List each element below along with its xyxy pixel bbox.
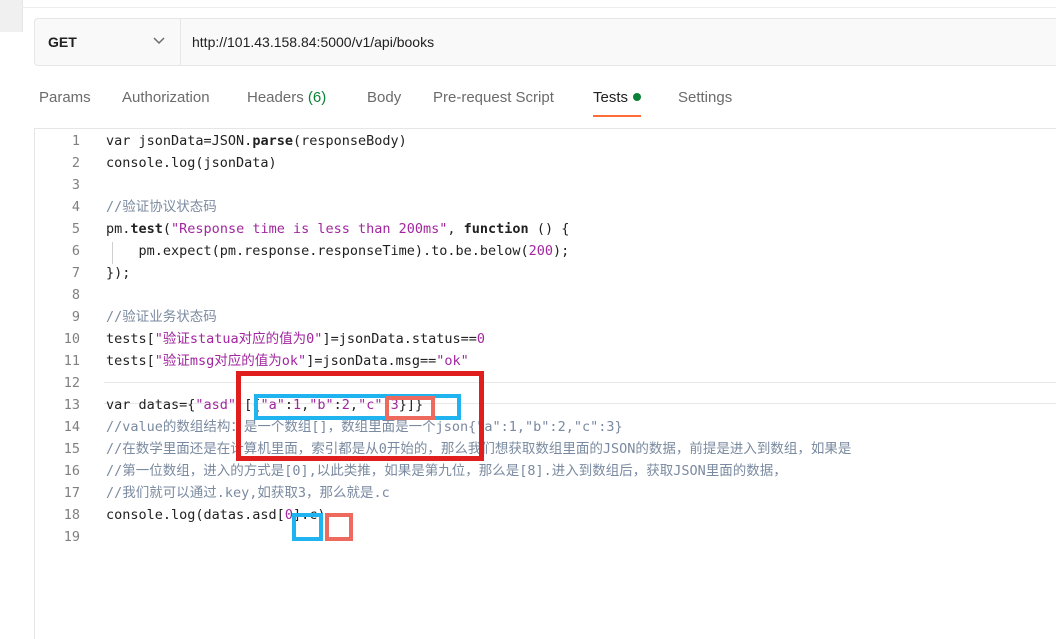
line-number: 16 xyxy=(63,463,80,479)
tab-settings[interactable]: Settings xyxy=(678,86,732,116)
annotation-salmon-box xyxy=(385,396,435,420)
line-number: 8 xyxy=(71,287,80,303)
line-number: 1 xyxy=(71,133,80,149)
line-number: 14 xyxy=(63,419,80,435)
line-number: 17 xyxy=(63,485,80,501)
code-text: tests["验证statua对应的值为0"]=jsonData.status=… xyxy=(106,331,486,347)
line-number: 10 xyxy=(63,331,80,347)
annotation-salmon-box-key xyxy=(325,513,353,541)
tab-headers[interactable]: Headers (6) xyxy=(247,86,326,116)
code-line[interactable]: 16 //第一位数组，进入的方式是[0],以此类推，如果是第九位，那么是[8].进… xyxy=(34,460,1056,482)
status-dot-icon xyxy=(633,93,642,101)
tab-label: Tests xyxy=(593,89,629,106)
tab-tests[interactable]: Tests xyxy=(593,86,642,117)
code-line[interactable]: 2 console.log(jsonData) xyxy=(34,152,1056,174)
line-number: 2 xyxy=(71,155,80,171)
code-line[interactable]: 10 tests["验证statua对应的值为0"]=jsonData.statu… xyxy=(34,328,1056,350)
tab-pre-request-script[interactable]: Pre-request Script xyxy=(433,86,554,116)
code-text: console.log(jsonData) xyxy=(106,155,277,171)
code-line[interactable]: 8 xyxy=(34,284,1056,306)
tab-label: Headers xyxy=(247,89,304,106)
line-number: 4 xyxy=(71,199,80,215)
line-number: 15 xyxy=(63,441,80,457)
code-line[interactable]: 19 xyxy=(34,526,1056,548)
code-text: }); xyxy=(106,265,131,281)
line-number: 19 xyxy=(63,529,80,545)
code-line[interactable]: 6 pm.expect(pm.response.responseTime).to… xyxy=(34,240,1056,262)
chevron-down-icon xyxy=(153,37,165,45)
method-label: GET xyxy=(48,34,77,50)
code-line[interactable]: 7}); xyxy=(34,262,1056,284)
code-text: pm.test("Response time is less than 200m… xyxy=(106,221,570,237)
top-divider xyxy=(22,7,1056,8)
code-text: //验证业务状态码 xyxy=(106,309,217,325)
line-number: 5 xyxy=(71,221,80,237)
sidebar-edge xyxy=(0,0,23,32)
code-line[interactable]: 11 tests["验证msg对应的值为ok"]=jsonData.msg=="o… xyxy=(34,350,1056,372)
line-number: 7 xyxy=(71,265,80,281)
tab-label: Params xyxy=(39,89,91,106)
line-number: 18 xyxy=(63,507,80,523)
code-line[interactable]: 5 pm.test("Response time is less than 200… xyxy=(34,218,1056,240)
code-line[interactable]: 4 //验证协议状态码 xyxy=(34,196,1056,218)
code-line[interactable]: 14//value的数组结构：是一个数组[]，数组里面是一个json{"a":1… xyxy=(34,416,1056,438)
tab-label: Pre-request Script xyxy=(433,89,554,106)
code-line[interactable]: 18 console.log(datas.asd[0].c) xyxy=(34,504,1056,526)
line-number: 13 xyxy=(63,397,80,413)
code-text: tests["验证msg对应的值为ok"]=jsonData.msg=="ok" xyxy=(106,353,469,369)
code-text: //我们就可以通过.key,如获取3，那么就是.c xyxy=(106,485,390,501)
code-line[interactable]: 3 xyxy=(34,174,1056,196)
line-number: 6 xyxy=(71,243,80,259)
headers-count: (6) xyxy=(307,89,327,106)
code-text: var jsonData=JSON.parse(responseBody) xyxy=(106,133,407,149)
code-line[interactable]: 13 var datas={"asd":[{"a":1,"b":2,"c":3}]… xyxy=(34,394,1056,416)
code-line[interactable]: 15//在数学里面还是在计算机里面，索引都是从0开始的，那么我们想获取数组里面的… xyxy=(34,438,1056,460)
method-select[interactable]: GET xyxy=(35,19,181,65)
tab-authorization[interactable]: Authorization xyxy=(122,86,210,116)
tab-label: Settings xyxy=(678,89,733,106)
line-number: 11 xyxy=(63,353,80,369)
tab-body[interactable]: Body xyxy=(367,86,401,116)
code-text: //验证协议状态码 xyxy=(106,199,217,215)
request-bar: GET http://101.43.158.84:5000/v1/api/boo… xyxy=(34,18,1056,66)
code-line[interactable]: 9 //验证业务状态码 xyxy=(34,306,1056,328)
code-line[interactable]: 17 //我们就可以通过.key,如获取3，那么就是.c xyxy=(34,482,1056,504)
annotation-blue-box-index xyxy=(292,513,323,541)
line-number: 9 xyxy=(71,309,80,325)
code-line[interactable]: 12 xyxy=(34,372,1056,394)
tab-label: Authorization xyxy=(122,89,210,106)
code-text: //第一位数组，进入的方式是[0],以此类推，如果是第九位，那么是[8].进入到… xyxy=(106,463,787,479)
tab-params[interactable]: Params xyxy=(39,86,91,116)
line-number: 12 xyxy=(63,375,80,391)
tab-label: Body xyxy=(367,89,402,106)
code-line[interactable]: 1 var jsonData=JSON.parse(responseBody) xyxy=(34,130,1056,152)
code-text: pm.expect(pm.response.responseTime).to.b… xyxy=(106,243,570,259)
line-number: 3 xyxy=(71,177,80,193)
url-input[interactable]: http://101.43.158.84:5000/v1/api/books xyxy=(192,34,434,50)
